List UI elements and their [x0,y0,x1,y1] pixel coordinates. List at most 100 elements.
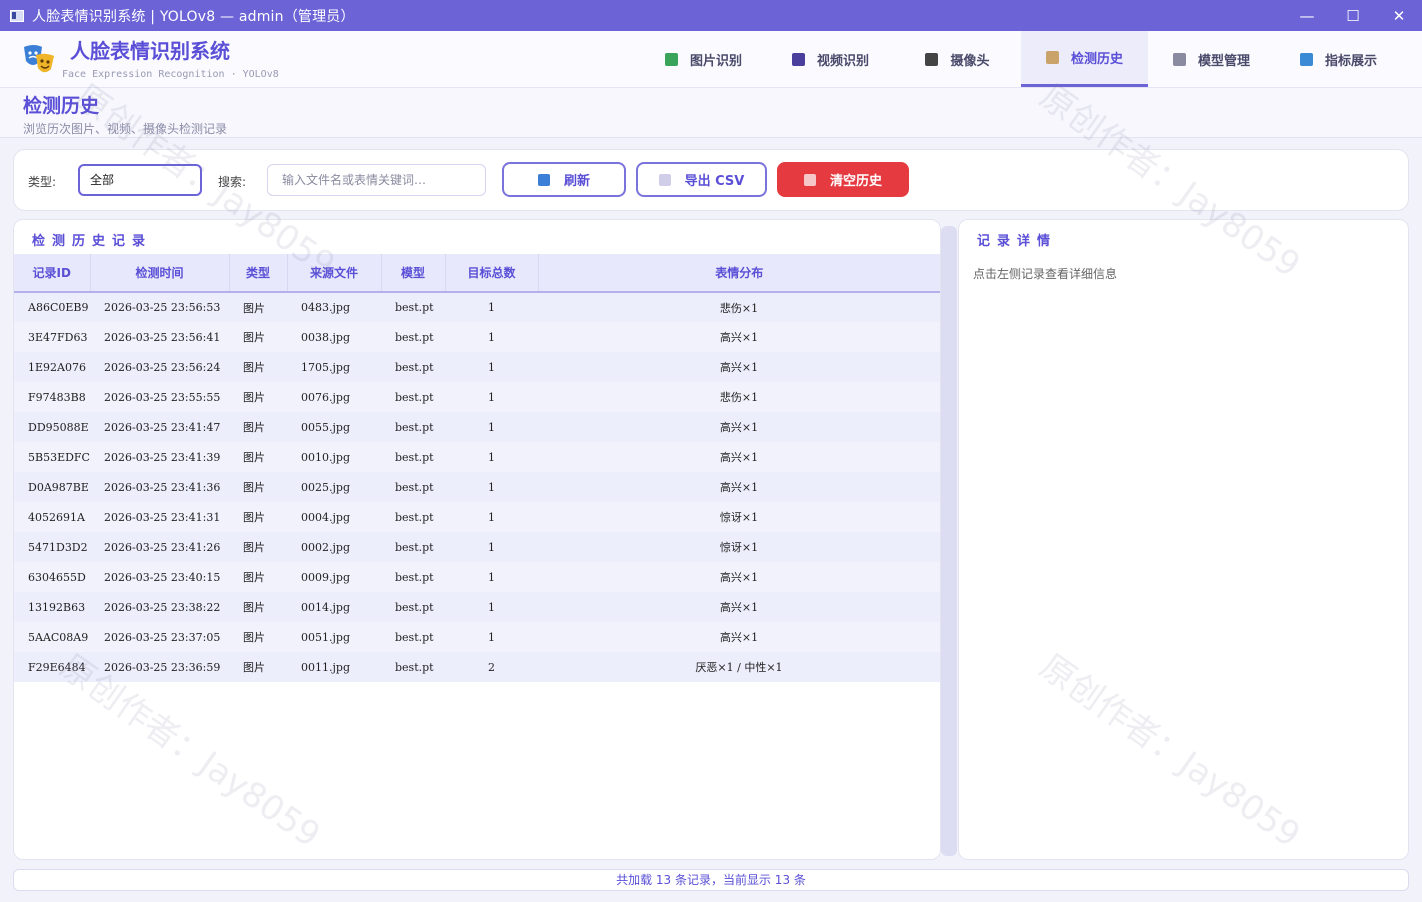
file-cell: 0009.jpg [287,562,381,592]
file-cell: 0076.jpg [287,382,381,412]
type-cell: 图片 [229,412,287,442]
tab-camera[interactable]: 摄像头 [894,31,1021,87]
film-icon [791,52,805,66]
close-button[interactable]: ✕ [1376,0,1422,31]
model-cell: best.pt [381,322,445,352]
title-bar: 人脸表情识别系统 | YOLOv8 — admin（管理员） — ☐ ✕ [0,0,1422,31]
record-id-cell: 4052691A [14,502,90,532]
count-cell: 1 [445,472,538,502]
detail-hint: 点击左侧记录查看详细信息 [973,267,1118,281]
type-cell: 图片 [229,622,287,652]
column-header[interactable]: 类型 [229,254,288,293]
distribution-cell: 悲伤×1 [538,292,940,322]
table-row[interactable]: 5AAC08A9 2026-03-25 23:37:05 图片 0051.jpg bes… [14,622,940,652]
distribution-cell: 高兴×1 [538,592,940,622]
table-row[interactable]: 3E47FD63 2026-03-25 23:56:41 图片 0038.jpg bes… [14,322,940,352]
time-cell: 2026-03-25 23:40:15 [90,562,229,592]
minimize-button[interactable]: — [1284,0,1330,31]
table-row[interactable]: 5B53EDFC 2026-03-25 23:41:39 图片 0010.jpg bes… [14,442,940,472]
table-row[interactable]: D0A987BE 2026-03-25 23:41:36 图片 0025.jpg bes… [14,472,940,502]
distribution-cell: 厌恶×1 / 中性×1 [538,652,940,682]
model-cell: best.pt [381,502,445,532]
export-csv-button[interactable]: 导出 CSV [636,162,767,197]
history-panel: 检测历史记录 记录ID 检测时间 类型 来源文件 模型 目标总数 表情分布 A8… [13,219,941,860]
tab-image-recognition[interactable]: 图片识别 [640,31,767,87]
count-cell: 1 [445,532,538,562]
table-row[interactable]: 13192B63 2026-03-25 23:38:22 图片 0014.jpg bes… [14,592,940,622]
time-cell: 2026-03-25 23:56:24 [90,352,229,382]
file-cell: 1705.jpg [287,352,381,382]
column-header[interactable]: 记录ID [14,254,91,293]
time-cell: 2026-03-25 23:56:53 [90,292,229,322]
camera-icon [925,52,939,66]
tab-detection-history[interactable]: 检测历史 [1021,31,1148,87]
tab-metrics[interactable]: 指标展示 [1275,31,1402,87]
refresh-label: 刷新 [563,174,590,189]
history-table: 记录ID 检测时间 类型 来源文件 模型 目标总数 表情分布 A86C0EB9 2… [14,254,940,682]
count-cell: 1 [445,382,538,412]
splitter-handle[interactable] [941,226,957,856]
refresh-icon [537,173,550,186]
image-icon [664,52,678,66]
model-cell: best.pt [381,592,445,622]
tab-label: 视频识别 [816,53,869,69]
bar-chart-icon [1299,52,1313,66]
app-subtitle: Face Expression Recognition · YOLOv8 [62,69,279,80]
table-row[interactable]: 1E92A076 2026-03-25 23:56:24 图片 1705.jpg bes… [14,352,940,382]
refresh-button[interactable]: 刷新 [502,162,626,197]
clear-history-button[interactable]: 清空历史 [777,162,909,197]
table-row[interactable]: DD95088E 2026-03-25 23:41:47 图片 0055.jpg bes… [14,412,940,442]
file-cell: 0055.jpg [287,412,381,442]
file-cell: 0014.jpg [287,592,381,622]
count-cell: 1 [445,562,538,592]
search-input[interactable] [267,164,486,196]
column-header[interactable]: 目标总数 [445,254,539,293]
record-id-cell: F29E6484 [14,652,90,682]
type-cell: 图片 [229,322,287,352]
column-header[interactable]: 来源文件 [287,254,382,293]
time-cell: 2026-03-25 23:36:59 [90,652,229,682]
distribution-cell: 高兴×1 [538,412,940,442]
export-label: 导出 CSV [684,174,745,189]
filter-bar: 类型: 全部 搜索: 刷新 导出 CSV 清空历史 [13,149,1409,211]
table-row[interactable]: F29E6484 2026-03-25 23:36:59 图片 0011.jpg bes… [14,652,940,682]
maximize-button[interactable]: ☐ [1330,0,1376,31]
record-id-cell: 1E92A076 [14,352,90,382]
table-row[interactable]: F97483B8 2026-03-25 23:55:55 图片 0076.jpg bes… [14,382,940,412]
history-table-wrap: 记录ID 检测时间 类型 来源文件 模型 目标总数 表情分布 A86C0EB9 2… [14,254,940,682]
tab-video-recognition[interactable]: 视频识别 [767,31,894,87]
detail-title: 记录详情 [977,234,1058,249]
type-cell: 图片 [229,502,287,532]
type-cell: 图片 [229,562,287,592]
trash-icon [803,173,816,186]
app-header: 人脸表情识别系统 Face Expression Recognition · Y… [0,31,1422,88]
type-cell: 图片 [229,352,287,382]
column-header[interactable]: 模型 [381,254,446,293]
column-header[interactable]: 表情分布 [538,254,940,293]
model-cell: best.pt [381,442,445,472]
type-cell: 图片 [229,442,287,472]
search-label: 搜索: [218,175,247,189]
tab-model-management[interactable]: 模型管理 [1148,31,1275,87]
type-cell: 图片 [229,292,287,322]
distribution-cell: 惊讶×1 [538,502,940,532]
type-cell: 图片 [229,532,287,562]
table-row[interactable]: 6304655D 2026-03-25 23:40:15 图片 0009.jpg bes… [14,562,940,592]
table-row[interactable]: 4052691A 2026-03-25 23:41:31 图片 0004.jpg bes… [14,502,940,532]
type-select[interactable]: 全部 [78,164,202,196]
model-cell: best.pt [381,412,445,442]
distribution-cell: 悲伤×1 [538,382,940,412]
table-row[interactable]: A86C0EB9 2026-03-25 23:56:53 图片 0483.jpg bes… [14,292,940,322]
status-bar: 共加载 13 条记录，当前显示 13 条 [13,869,1409,891]
time-cell: 2026-03-25 23:41:31 [90,502,229,532]
tab-label: 指标展示 [1324,53,1377,69]
table-row[interactable]: 5471D3D2 2026-03-25 23:41:26 图片 0002.jpg bes… [14,532,940,562]
file-cell: 0051.jpg [287,622,381,652]
history-title: 检测历史记录 [32,234,153,249]
count-cell: 2 [445,652,538,682]
time-cell: 2026-03-25 23:37:05 [90,622,229,652]
count-cell: 1 [445,412,538,442]
column-header[interactable]: 检测时间 [90,254,230,293]
model-cell: best.pt [381,532,445,562]
count-cell: 1 [445,622,538,652]
